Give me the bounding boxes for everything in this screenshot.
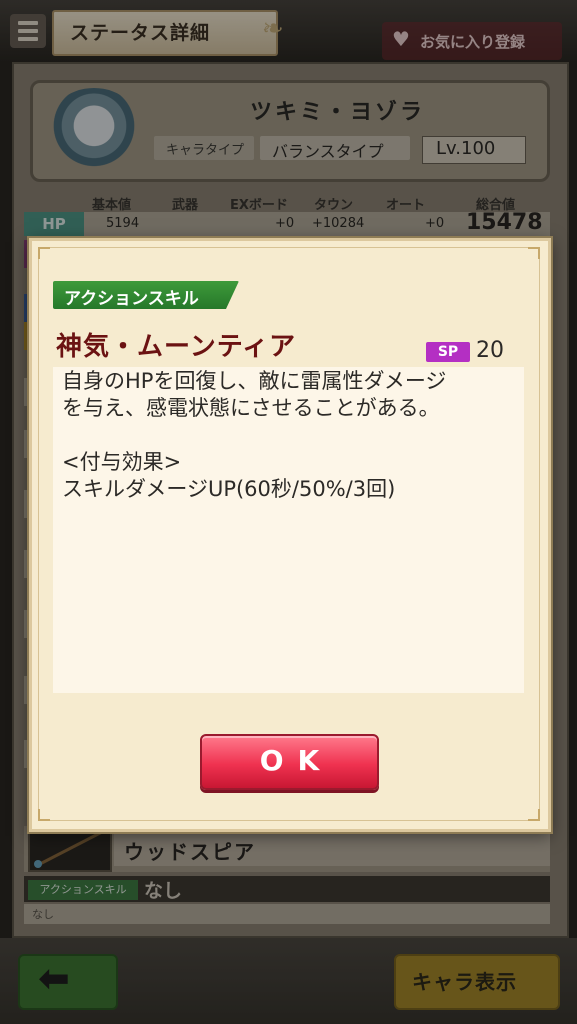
corner-ornament — [528, 809, 540, 821]
sp-badge: SP — [426, 342, 470, 362]
ok-button[interactable]: OK — [200, 734, 379, 790]
sp-value: 20 — [476, 338, 504, 363]
skill-name: 神気・ムーンティア — [56, 332, 297, 362]
skill-description: 自身のHPを回復し、敵に雷属性ダメージ を与え、感電状態にさせることがある。 <… — [62, 369, 447, 501]
corner-ornament — [528, 247, 540, 259]
skill-type-label: アクションスキル — [64, 289, 199, 309]
corner-ornament — [38, 809, 50, 821]
corner-ornament — [38, 247, 50, 259]
